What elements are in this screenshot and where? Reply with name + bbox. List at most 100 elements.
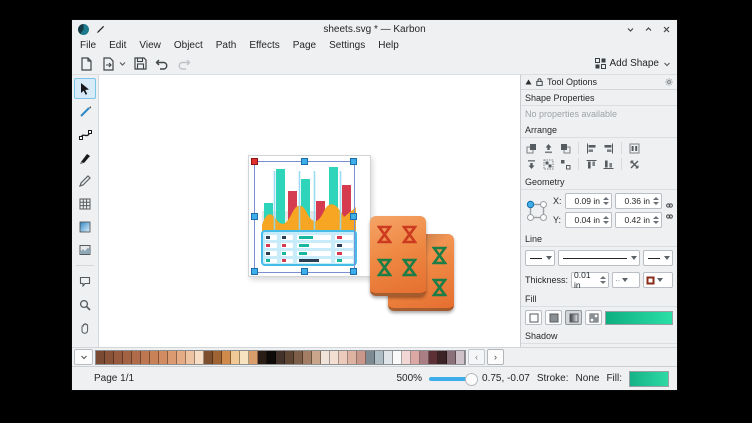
distribute-horizontal-button[interactable] xyxy=(627,142,642,155)
pattern-tool[interactable] xyxy=(74,239,96,260)
width-input[interactable]: 0.36 in xyxy=(615,193,662,209)
align-left-button[interactable] xyxy=(584,142,599,155)
position-anchor-selector[interactable] xyxy=(525,199,549,223)
grid-tool[interactable] xyxy=(74,193,96,214)
palette-swatch[interactable] xyxy=(177,351,186,364)
selection-handle-bottom-left[interactable] xyxy=(251,268,258,275)
close-button[interactable] xyxy=(662,25,671,34)
menu-item[interactable]: View xyxy=(139,40,161,51)
align-right-button[interactable] xyxy=(601,142,616,155)
lower-button[interactable] xyxy=(558,142,573,155)
select-tool[interactable] xyxy=(74,78,96,99)
menu-item[interactable]: Edit xyxy=(109,40,126,51)
chart-illustration[interactable] xyxy=(254,161,364,269)
zoom-slider-knob[interactable] xyxy=(465,373,478,386)
menu-item[interactable]: File xyxy=(80,40,96,51)
fill-none-button[interactable] xyxy=(525,310,542,325)
ungroup-button[interactable] xyxy=(558,158,573,171)
palette-swatch[interactable] xyxy=(357,351,366,364)
send-to-back-button[interactable] xyxy=(524,158,539,171)
save-button[interactable] xyxy=(132,56,148,72)
selection-handle-middle-left[interactable] xyxy=(251,213,258,220)
pan-tool[interactable] xyxy=(74,317,96,338)
align-top-button[interactable] xyxy=(584,158,599,171)
y-position-input[interactable]: 0.04 in xyxy=(565,212,612,228)
selection-handle-top-right[interactable] xyxy=(350,158,357,165)
redo-button[interactable] xyxy=(176,56,192,72)
palette-swatch[interactable] xyxy=(186,351,195,364)
palette-swatch[interactable] xyxy=(276,351,285,364)
palette-swatch[interactable] xyxy=(420,351,429,364)
sheets-icon-front-page[interactable] xyxy=(370,216,426,296)
fill-pattern-button[interactable] xyxy=(585,310,602,325)
palette-swatch[interactable] xyxy=(456,351,465,364)
add-shape-button[interactable]: Add Shape xyxy=(595,58,672,69)
palette-swatch[interactable] xyxy=(132,351,141,364)
link-height-icon[interactable] xyxy=(666,213,673,220)
palette-swatch[interactable] xyxy=(312,351,321,364)
palette-swatch[interactable] xyxy=(447,351,456,364)
canvas[interactable] xyxy=(99,75,520,347)
palette-swatch[interactable] xyxy=(141,351,150,364)
palette-swatch[interactable] xyxy=(249,351,258,364)
maximize-button[interactable] xyxy=(644,25,653,34)
palette-swatch[interactable] xyxy=(267,351,276,364)
palette-swatch[interactable] xyxy=(222,351,231,364)
line-join-select[interactable]: ·· xyxy=(612,272,640,288)
minimize-button[interactable] xyxy=(626,25,635,34)
menu-item[interactable]: Path xyxy=(216,40,237,51)
group-button[interactable] xyxy=(541,158,556,171)
palette-swatch[interactable] xyxy=(96,351,105,364)
selection-handle-middle-right[interactable] xyxy=(350,213,357,220)
selection-handle-top-center[interactable] xyxy=(301,158,308,165)
palette-swatch[interactable] xyxy=(168,351,177,364)
palette-swatch[interactable] xyxy=(195,351,204,364)
palette-selector-button[interactable] xyxy=(74,349,93,365)
palette-next-button[interactable]: › xyxy=(487,349,504,365)
menu-item[interactable]: Help xyxy=(378,40,399,51)
menu-item[interactable]: Effects xyxy=(249,40,279,51)
menu-item[interactable]: Object xyxy=(174,40,203,51)
stroke-color-button[interactable] xyxy=(643,272,673,288)
fill-gradient-preview[interactable] xyxy=(605,311,673,325)
open-dropdown-chevron-icon[interactable] xyxy=(119,60,126,67)
palette-swatch[interactable] xyxy=(231,351,240,364)
palette-swatch[interactable] xyxy=(429,351,438,364)
palette-swatch[interactable] xyxy=(258,351,267,364)
line-style-select[interactable] xyxy=(558,250,640,266)
shape-handling-tool[interactable] xyxy=(74,271,96,292)
palette-swatch[interactable] xyxy=(105,351,114,364)
path-edit-tool[interactable] xyxy=(74,124,96,145)
palette-swatch[interactable] xyxy=(375,351,384,364)
undo-button[interactable] xyxy=(154,56,170,72)
lock-icon[interactable] xyxy=(536,78,543,86)
palette-swatch[interactable] xyxy=(438,351,447,364)
palette-swatch[interactable] xyxy=(114,351,123,364)
fill-color-indicator[interactable] xyxy=(629,371,669,387)
fill-solid-button[interactable] xyxy=(545,310,562,325)
bring-to-front-button[interactable] xyxy=(524,142,539,155)
calligraphy-tool[interactable] xyxy=(74,147,96,168)
palette-swatch[interactable] xyxy=(204,351,213,364)
palette-swatch[interactable] xyxy=(393,351,402,364)
line-end-marker-select[interactable] xyxy=(643,250,673,266)
palette-swatch[interactable] xyxy=(366,351,375,364)
raise-button[interactable] xyxy=(541,142,556,155)
x-position-input[interactable]: 0.09 in xyxy=(565,193,612,209)
new-document-button[interactable] xyxy=(78,56,94,72)
selection-handle-bottom-center[interactable] xyxy=(301,268,308,275)
palette-swatch[interactable] xyxy=(321,351,330,364)
menu-item[interactable]: Page xyxy=(293,40,316,51)
palette-swatch[interactable] xyxy=(348,351,357,364)
zoom-slider[interactable] xyxy=(429,377,475,381)
menu-item[interactable]: Settings xyxy=(329,40,365,51)
palette-swatch[interactable] xyxy=(303,351,312,364)
palette-swatch[interactable] xyxy=(402,351,411,364)
palette-swatch[interactable] xyxy=(294,351,303,364)
gradient-tool[interactable] xyxy=(74,216,96,237)
palette-prev-button[interactable]: ‹ xyxy=(468,349,485,365)
height-input[interactable]: 0.42 in xyxy=(615,212,662,228)
palette-swatch[interactable] xyxy=(285,351,294,364)
collapse-icon[interactable] xyxy=(525,79,532,85)
palette-swatch[interactable] xyxy=(213,351,222,364)
